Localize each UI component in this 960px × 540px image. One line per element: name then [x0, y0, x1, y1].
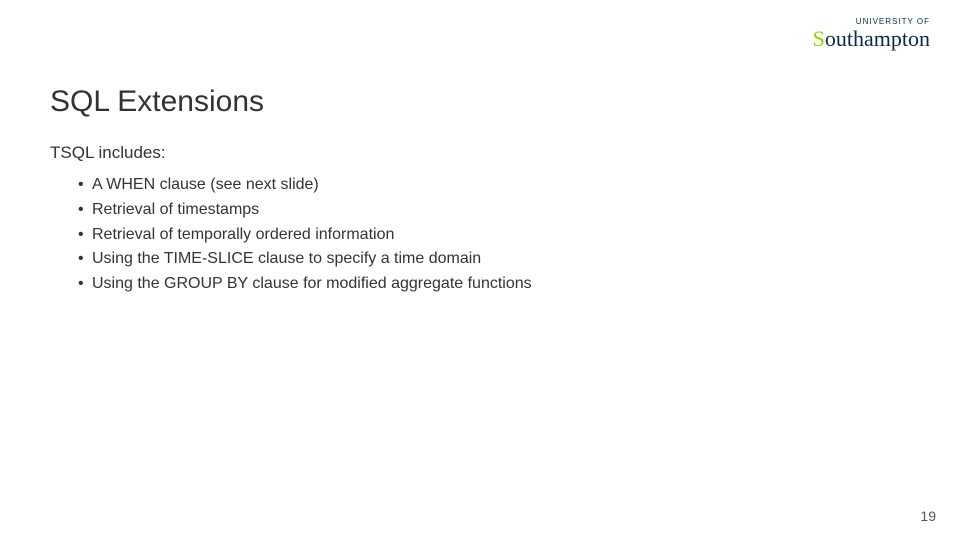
logo-rest: outhampton — [825, 26, 930, 51]
list-item: Using the GROUP BY clause for modified a… — [78, 272, 910, 297]
logo-superscript: UNIVERSITY OF — [813, 18, 930, 26]
bullet-list: A WHEN clause (see next slide) Retrieval… — [78, 173, 910, 297]
logo-accent-letter: S — [813, 26, 825, 51]
list-item: Using the TIME-SLICE clause to specify a… — [78, 247, 910, 272]
list-item: Retrieval of temporally ordered informat… — [78, 223, 910, 248]
page-number: 19 — [920, 508, 936, 524]
slide-intro: TSQL includes: — [50, 143, 910, 163]
university-logo: UNIVERSITY OF Southampton — [813, 18, 930, 50]
slide-content: SQL Extensions TSQL includes: A WHEN cla… — [50, 85, 910, 297]
list-item: A WHEN clause (see next slide) — [78, 173, 910, 198]
list-item: Retrieval of timestamps — [78, 198, 910, 223]
slide-title: SQL Extensions — [50, 85, 910, 119]
logo-wordmark: Southampton — [813, 28, 930, 50]
